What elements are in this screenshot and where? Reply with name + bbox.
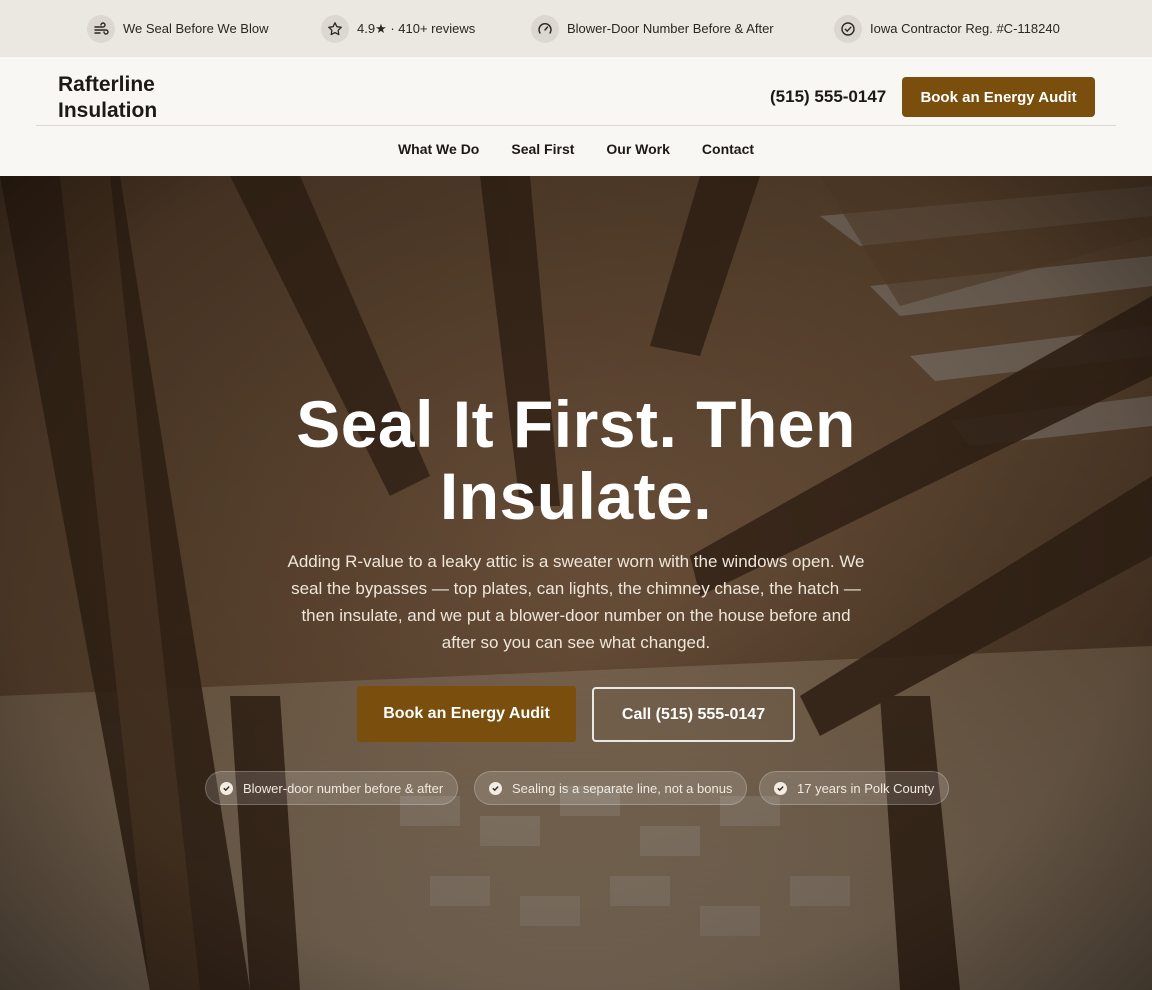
logo[interactable]: Rafterline Insulation <box>58 72 198 124</box>
hero-section: Seal It First. Then Insulate. Adding R-v… <box>0 176 1152 990</box>
hero-badges: Blower-door number before & after Sealin… <box>0 771 1152 805</box>
header-phone-link[interactable]: (515) 555-0147 <box>770 87 886 107</box>
trust-item-label: We Seal Before We Blow <box>123 21 269 36</box>
check-circle-icon <box>834 14 862 43</box>
check-icon <box>774 781 787 795</box>
check-icon <box>489 781 502 795</box>
site-header: Rafterline Insulation (515) 555-0147 Boo… <box>0 57 1152 176</box>
trust-item-label: Blower-Door Number Before & After <box>567 21 774 36</box>
badge-label: Sealing is a separate line, not a bonus <box>512 780 733 796</box>
trust-item-seal: We Seal Before We Blow <box>87 0 268 57</box>
hero-book-audit-button[interactable]: Book an Energy Audit <box>357 686 576 742</box>
header-divider <box>36 125 1116 126</box>
trust-item-registration: Iowa Contractor Reg. #C-118240 <box>834 0 1060 57</box>
hero-title: Seal It First. Then Insulate. <box>0 388 1152 532</box>
gauge-icon <box>531 14 559 43</box>
main-nav: What We Do Seal First Our Work Contact <box>0 141 1152 157</box>
nav-item-seal-first[interactable]: Seal First <box>511 141 574 157</box>
nav-item-our-work[interactable]: Our Work <box>606 141 670 157</box>
hero-subtitle: Adding R-value to a leaky attic is a swe… <box>287 552 865 652</box>
trust-item-blower-door: Blower-Door Number Before & After <box>531 0 774 57</box>
badge-label: Blower-door number before & after <box>243 780 444 796</box>
trust-item-label: Iowa Contractor Reg. #C-118240 <box>870 21 1060 36</box>
badge-years: 17 years in Polk County <box>759 771 950 805</box>
badge-label: 17 years in Polk County <box>797 780 935 796</box>
nav-item-contact[interactable]: Contact <box>702 141 754 157</box>
badge-sealing: Sealing is a separate line, not a bonus <box>474 771 748 805</box>
hero-title-text: Seal It First. Then Insulate. <box>296 387 856 533</box>
badge-blower-door: Blower-door number before & after <box>205 771 459 805</box>
hero-call-button[interactable]: Call (515) 555-0147 <box>592 687 795 742</box>
book-audit-button[interactable]: Book an Energy Audit <box>902 77 1095 117</box>
trust-bar: We Seal Before We Blow 4.9★ · 410+ revie… <box>0 0 1152 57</box>
trust-item-label: 4.9★ · 410+ reviews <box>357 20 476 36</box>
nav-item-what-we-do[interactable]: What We Do <box>398 141 479 157</box>
wind-icon <box>87 14 115 43</box>
star-icon <box>321 14 349 43</box>
trust-item-reviews: 4.9★ · 410+ reviews <box>321 0 475 57</box>
check-icon <box>220 781 233 795</box>
